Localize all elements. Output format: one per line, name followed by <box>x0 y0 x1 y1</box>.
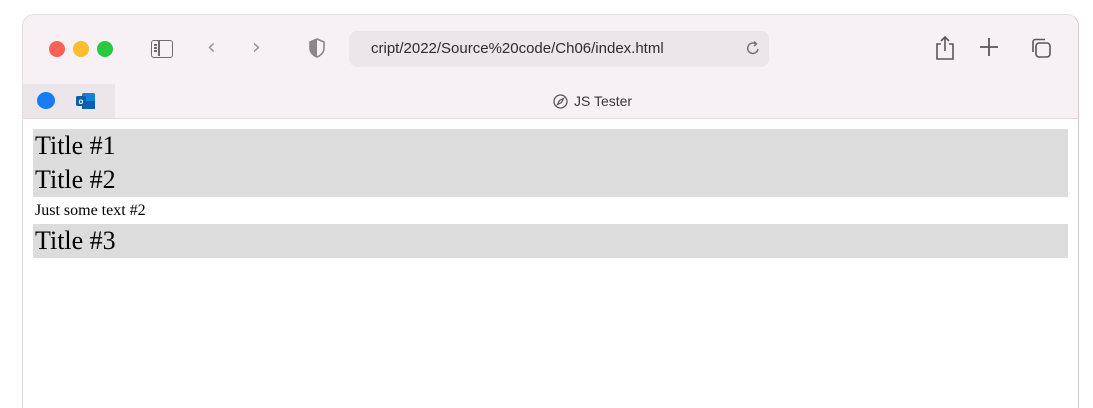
chevron-right-icon[interactable]: › <box>252 37 261 59</box>
outlook-icon[interactable]: o <box>75 92 96 110</box>
url-text: cript/2022/Source%20code/Ch06/index.html <box>371 40 664 57</box>
sidebar-icon[interactable] <box>151 40 173 58</box>
reload-icon[interactable] <box>745 40 761 56</box>
svg-text:o: o <box>79 97 84 106</box>
page-content: Title #1 Title #2 Just some text #2 Titl… <box>23 119 1078 408</box>
shield-icon[interactable] <box>309 38 325 58</box>
page-paragraph: Just some text #2 <box>35 202 146 219</box>
minimize-window-button[interactable] <box>73 41 89 57</box>
share-icon[interactable] <box>935 35 955 61</box>
page-heading-3: Title #3 <box>33 224 1068 258</box>
messages-icon[interactable] <box>37 92 55 109</box>
plus-icon[interactable] <box>978 35 1000 59</box>
favorites-bar: o JS Tester <box>23 84 1078 119</box>
compass-icon <box>553 93 568 109</box>
tab-title: JS Tester <box>574 93 633 109</box>
browser-window: ‹ › cript/2022/Source%20code/Ch06/index.… <box>22 14 1079 408</box>
browser-toolbar: ‹ › cript/2022/Source%20code/Ch06/index.… <box>23 15 1078 84</box>
page-heading-1: Title #1 <box>33 129 1068 163</box>
address-bar[interactable]: cript/2022/Source%20code/Ch06/index.html <box>349 31 769 67</box>
active-tab[interactable]: JS Tester <box>553 84 632 118</box>
close-window-button[interactable] <box>49 41 65 57</box>
tab-overview-icon[interactable] <box>1030 37 1052 59</box>
page-heading-2: Title #2 <box>33 163 1068 197</box>
chevron-left-icon[interactable]: ‹ <box>207 37 216 59</box>
zoom-window-button[interactable] <box>97 41 113 57</box>
